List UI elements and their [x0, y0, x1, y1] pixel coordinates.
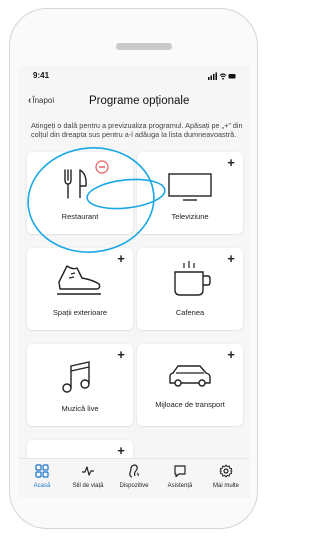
chat-icon: [174, 465, 186, 478]
back-label: Înapoi: [32, 96, 55, 105]
signal-icon: [208, 72, 217, 80]
status-time: 9:41: [33, 71, 50, 80]
tab-label: Acasă: [33, 483, 51, 489]
status-icons: [208, 72, 236, 80]
tile-label: Televiziune: [171, 212, 209, 221]
tab-label: Stil de viață: [72, 483, 104, 489]
coffee-cup-icon: [174, 261, 211, 296]
music-note-icon: [62, 361, 90, 393]
tile-label: Cafenea: [175, 308, 205, 317]
battery-icon: [228, 74, 236, 79]
app-screen: 9:41 ‹ Înapoi Programe opționale Atingeț…: [19, 66, 250, 498]
tv-icon: [168, 173, 212, 201]
home-grid-icon: [35, 464, 49, 478]
tab-stil-de-viata[interactable]: Stil de viață: [65, 464, 111, 489]
tab-mai-multe[interactable]: Mai multe: [203, 464, 249, 489]
chevron-left-icon: ‹: [28, 94, 32, 106]
header: ‹ Înapoi Programe opționale: [19, 90, 250, 116]
add-button[interactable]: +: [114, 444, 128, 458]
tab-label: Mai multe: [212, 483, 239, 489]
tile-cafenea[interactable]: + Cafenea: [137, 248, 243, 330]
tile-label: Muzică live: [61, 404, 99, 413]
tab-acasa[interactable]: Acasă: [19, 464, 65, 489]
tile-label: Spații exterioare: [52, 308, 108, 317]
activity-icon: [82, 466, 94, 476]
page-title: Programe opționale: [89, 95, 190, 107]
tile-label: Restaurant: [61, 212, 99, 221]
remove-icon[interactable]: [95, 160, 109, 174]
wifi-icon: [219, 73, 227, 78]
tab-dispozitive[interactable]: Dispozitive: [111, 464, 157, 489]
tab-label: Dispozitive: [119, 483, 149, 489]
tile-televiziune[interactable]: + Televiziune: [137, 152, 243, 234]
tile-spatii-exterioare[interactable]: + Spații exterioare: [27, 248, 133, 330]
hearing-aid-icon: [129, 464, 139, 478]
tile-label: Mijloace de transport: [155, 400, 225, 409]
tab-label: Asistență: [167, 483, 193, 489]
tab-asistenta[interactable]: Asistență: [157, 464, 203, 489]
tile-mijloace-de-transport[interactable]: + Mijloace de transport: [137, 344, 243, 426]
tile-restaurant[interactable]: Restaurant: [27, 152, 133, 234]
back-button[interactable]: ‹ Înapoi: [28, 94, 55, 106]
status-bar: 9:41: [19, 66, 250, 86]
gear-icon: [219, 464, 233, 478]
fork-knife-icon: [64, 169, 87, 199]
speaker-grille: [116, 43, 172, 50]
shoe-icon: [57, 265, 101, 295]
tile-muzica-live[interactable]: + Muzică live: [27, 344, 133, 426]
car-icon: [169, 365, 211, 387]
tab-bar: Acasă Stil de viață Dispozitive Asistenț…: [19, 458, 250, 498]
instructions-text: Atingeți o dală pentru a previzualiza pr…: [31, 121, 243, 139]
